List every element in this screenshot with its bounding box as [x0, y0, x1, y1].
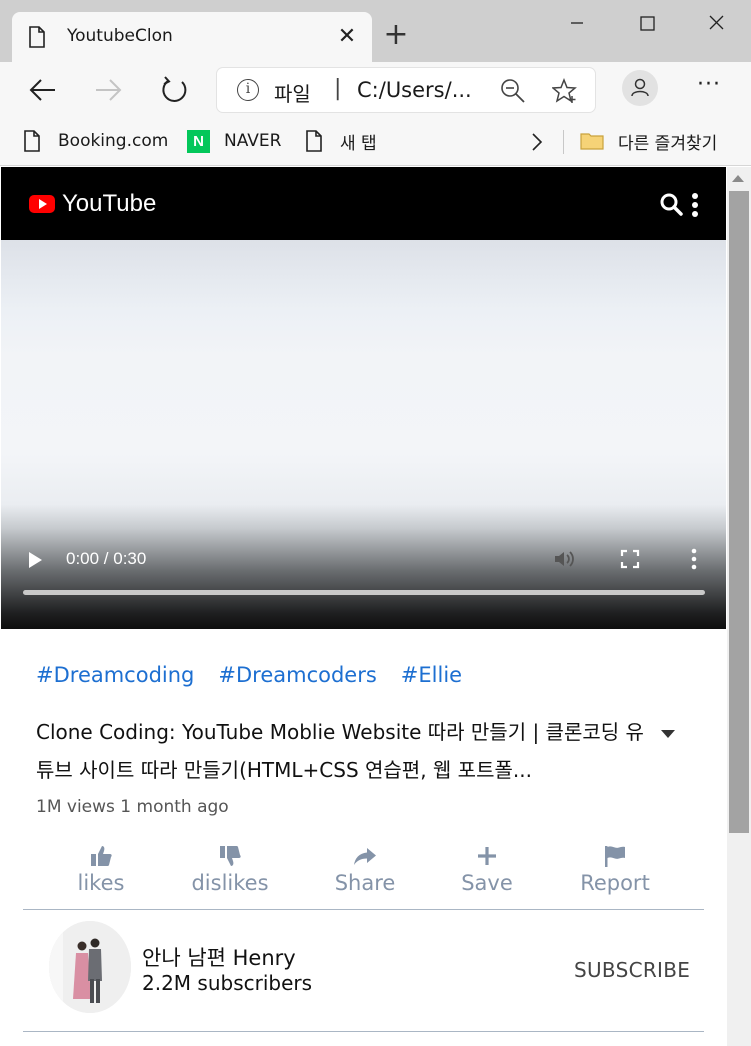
bookmarks-bar: Booking.com N NAVER 새 탭 다른 즐겨찾기	[0, 118, 751, 166]
bookmark-divider	[563, 130, 564, 154]
flag-icon	[605, 846, 625, 867]
browser-tab[interactable]: YoutubeClon ✕	[12, 12, 372, 62]
thumbs-up-icon	[91, 846, 112, 866]
save-label: Save	[461, 871, 513, 895]
page-icon	[29, 26, 45, 48]
folder-icon	[580, 133, 604, 150]
like-label: likes	[77, 871, 125, 895]
minimize-icon[interactable]	[553, 8, 599, 38]
maximize-icon[interactable]	[624, 8, 670, 38]
channel-avatar[interactable]	[49, 921, 131, 1013]
info-icon[interactable]: i	[237, 79, 259, 101]
youtube-logo-text[interactable]: YouTube	[62, 190, 156, 218]
caret-down-icon[interactable]	[661, 730, 675, 738]
action-bar: likes dislikes Share Save Report	[23, 839, 705, 909]
like-button[interactable]: likes	[67, 839, 135, 895]
volume-icon[interactable]	[552, 547, 576, 571]
bookmark-naver[interactable]: N NAVER	[187, 128, 281, 154]
video-more-icon[interactable]	[690, 548, 698, 570]
report-label: Report	[580, 871, 650, 895]
browser-more-icon[interactable]: ···	[694, 73, 724, 103]
address-bar[interactable]: i 파일 | C:/Users/...	[217, 68, 595, 112]
page-scrollbar[interactable]	[727, 167, 751, 1046]
window-close-icon[interactable]	[693, 8, 739, 38]
subscriber-count: 2.2M subscribers	[142, 971, 313, 995]
address-separator: |	[334, 76, 342, 101]
tab-close-icon[interactable]: ✕	[334, 24, 360, 50]
video-meta: 1M views 1 month ago	[36, 797, 229, 817]
channel-row: 안나 남편 Henry 2.2M subscribers SUBSCRIBE	[23, 910, 704, 1032]
channel-name[interactable]: 안나 남편 Henry	[142, 942, 296, 972]
naver-icon: N	[187, 129, 210, 153]
tab-title: YoutubeClon	[67, 26, 173, 46]
video-title: Clone Coding: YouTube Moblie Website 따라 …	[36, 720, 644, 782]
browser-titlebar: YoutubeClon ✕ +	[0, 0, 751, 62]
video-player[interactable]: 0:00 / 0:30	[1, 240, 726, 629]
zoom-out-icon[interactable]	[500, 78, 526, 104]
page-icon	[306, 130, 322, 152]
share-label: Share	[334, 871, 396, 895]
youtube-logo-icon[interactable]	[29, 195, 55, 213]
hashtags: #Dreamcoding #Dreamcoders #Ellie	[36, 663, 486, 687]
subscribe-button[interactable]: SUBSCRIBE	[574, 958, 690, 982]
address-url[interactable]: C:/Users/...	[357, 78, 472, 102]
profile-avatar-icon[interactable]	[622, 70, 658, 106]
bookmark-label: NAVER	[224, 131, 282, 151]
dislike-label: dislikes	[191, 871, 269, 895]
plus-icon	[478, 847, 496, 865]
video-time: 0:00 / 0:30	[66, 549, 147, 568]
bookmark-other-favorites[interactable]: 다른 즐겨찾기	[580, 128, 717, 154]
fullscreen-icon[interactable]	[620, 549, 640, 569]
hashtag-link[interactable]: #Ellie	[401, 663, 462, 687]
bookmark-label: Booking.com	[58, 131, 169, 151]
dislike-button[interactable]: dislikes	[185, 839, 275, 895]
new-tab-icon[interactable]: +	[382, 20, 410, 50]
scroll-thumb[interactable]	[729, 191, 749, 833]
bookmark-new-tab[interactable]: 새 탭	[305, 128, 377, 154]
thumbs-down-icon	[220, 846, 241, 866]
bookmark-booking[interactable]: Booking.com	[23, 128, 168, 154]
back-icon[interactable]	[25, 72, 61, 108]
address-scheme: 파일	[274, 82, 311, 106]
youtube-header: YouTube	[1, 167, 726, 240]
search-icon[interactable]	[659, 192, 683, 216]
page-icon	[24, 130, 40, 152]
share-icon	[354, 848, 376, 865]
play-icon[interactable]	[29, 552, 42, 568]
page-viewport: YouTube 0:00 / 0:30 #Dreamcoding #Dreamco…	[0, 167, 727, 1046]
more-vertical-icon[interactable]	[690, 192, 700, 218]
save-button[interactable]: Save	[457, 839, 517, 895]
person-icon	[631, 78, 649, 97]
refresh-icon[interactable]	[156, 72, 192, 108]
forward-icon[interactable]	[90, 72, 126, 108]
favorite-star-icon[interactable]	[552, 78, 578, 104]
video-progress-bar[interactable]	[23, 590, 705, 595]
bookmark-label: 새 탭	[340, 133, 377, 154]
hashtag-link[interactable]: #Dreamcoding	[36, 663, 194, 687]
divider	[23, 1031, 704, 1032]
chevron-right-icon[interactable]	[527, 130, 547, 154]
report-button[interactable]: Report	[575, 839, 655, 895]
share-button[interactable]: Share	[329, 839, 401, 895]
other-favorites-label: 다른 즐겨찾기	[618, 133, 718, 154]
scroll-up-icon[interactable]	[732, 175, 744, 182]
channel-avatar-photo	[49, 921, 131, 1013]
hashtag-link[interactable]: #Dreamcoders	[218, 663, 376, 687]
